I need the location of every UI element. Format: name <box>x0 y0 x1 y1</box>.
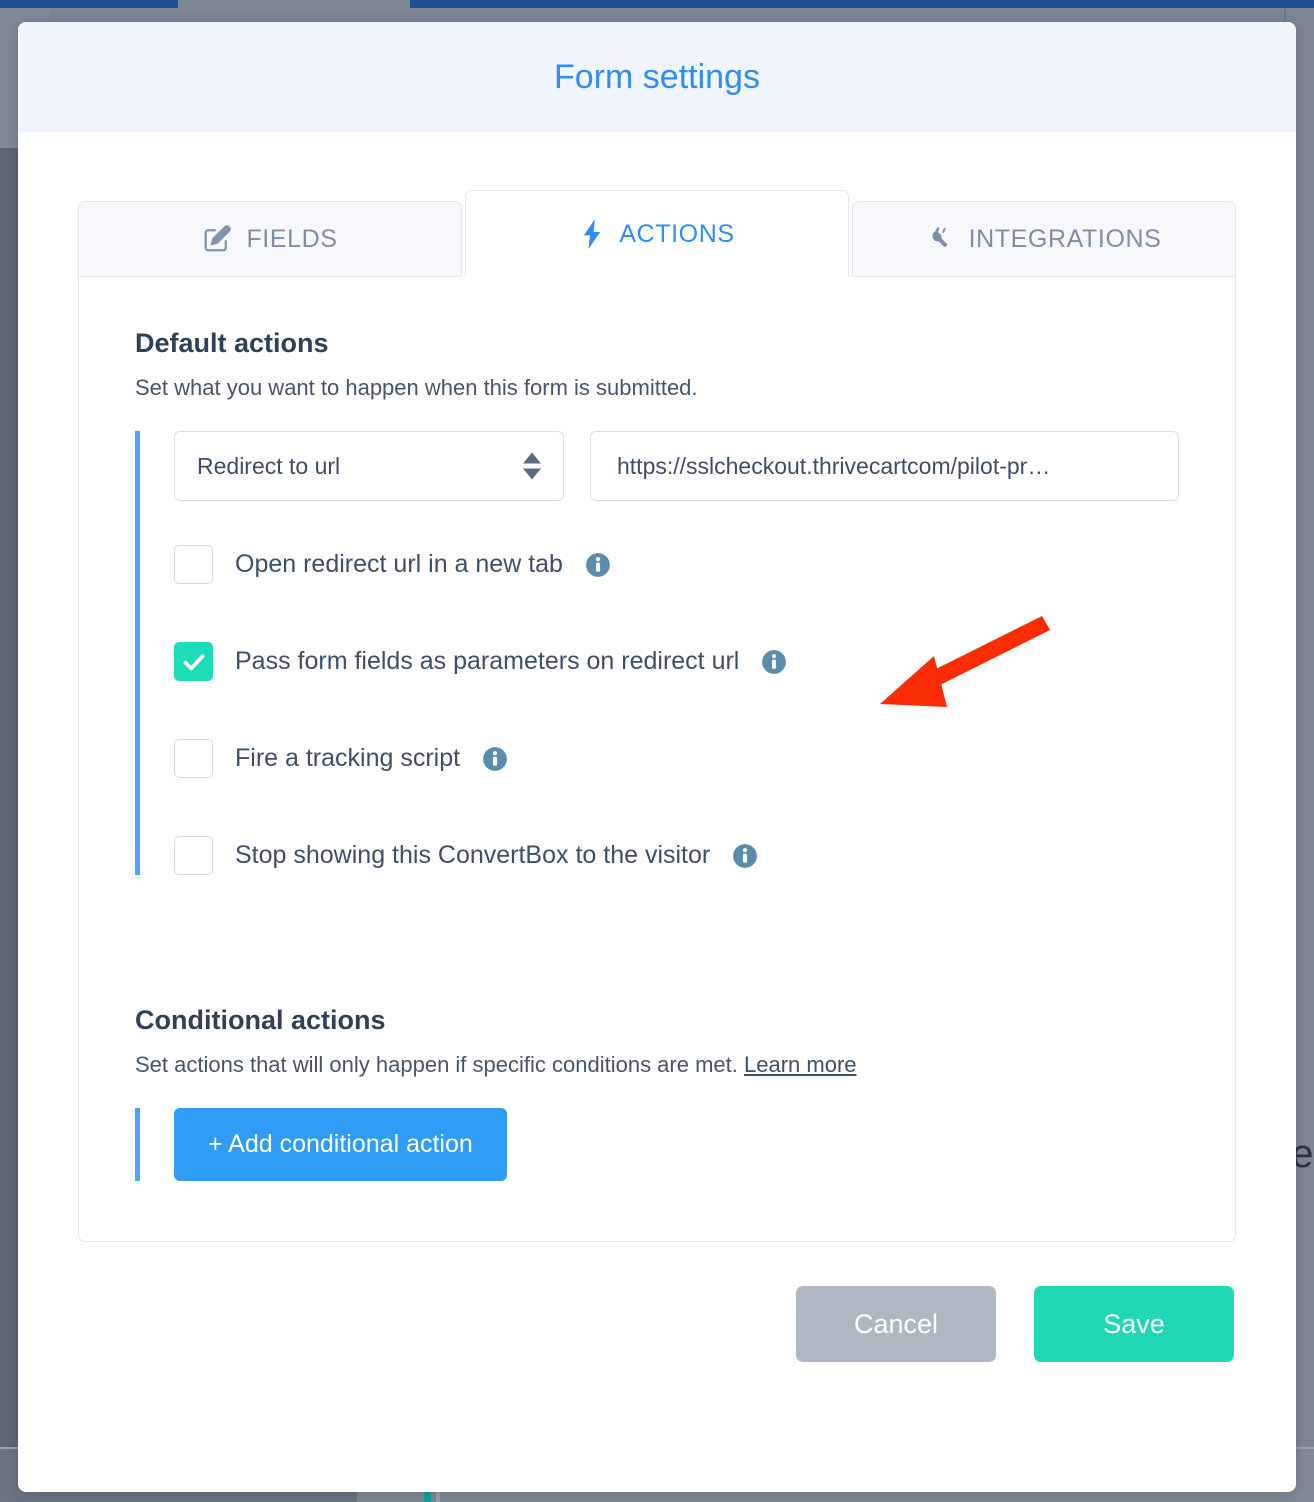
info-icon[interactable] <box>482 746 508 772</box>
save-button[interactable]: Save <box>1034 1286 1234 1362</box>
settings-tabs: FIELDS ACTIONS INTEGRATIONS <box>78 190 1236 278</box>
conditional-actions-title: Conditional actions <box>135 1005 386 1035</box>
checkbox-stop-showing[interactable] <box>174 836 213 875</box>
redirect-url-value: https://sslcheckout.thrivecartcom/pilot-… <box>617 452 1051 479</box>
actions-panel: Default actions Set what you want to hap… <box>78 276 1236 1242</box>
plug-icon <box>927 224 955 254</box>
redirect-url-input[interactable]: https://sslcheckout.thrivecartcom/pilot-… <box>590 431 1179 501</box>
default-actions-title: Default actions <box>135 328 329 358</box>
tab-fields-label: FIELDS <box>246 224 338 253</box>
cancel-button[interactable]: Cancel <box>796 1286 996 1362</box>
tab-fields[interactable]: FIELDS <box>78 201 462 277</box>
conditional-actions-subtitle: Set actions that will only happen if spe… <box>135 1052 1179 1078</box>
conditional-actions-group: + Add conditional action <box>135 1108 1179 1181</box>
checkbox-row-pass-form-fields: Pass form fields as parameters on redire… <box>174 642 1179 681</box>
add-conditional-action-button[interactable]: + Add conditional action <box>174 1108 507 1181</box>
form-settings-modal: Form settings FIELDS ACTIONS INTEGRATION… <box>18 22 1296 1492</box>
action-type-select[interactable]: Redirect to url <box>174 431 564 501</box>
checkbox-open-new-tab[interactable] <box>174 545 213 584</box>
modal-footer: Cancel Save <box>18 1242 1296 1362</box>
redirect-row: Redirect to url https://sslcheckout.thri… <box>174 431 1179 501</box>
checkbox-pass-form-fields[interactable] <box>174 642 213 681</box>
checkbox-label-fire-tracking-script: Fire a tracking script <box>235 744 461 772</box>
pencil-square-icon <box>202 224 232 254</box>
info-icon[interactable] <box>585 552 611 578</box>
info-icon[interactable] <box>761 649 787 675</box>
lightning-bolt-icon <box>579 219 605 249</box>
checkbox-row-fire-tracking-script: Fire a tracking script <box>174 739 1179 778</box>
tab-integrations-label: INTEGRATIONS <box>968 224 1162 253</box>
action-type-select-value: Redirect to url <box>197 452 341 479</box>
page-title: Form settings <box>554 57 760 96</box>
checkbox-label-stop-showing: Stop showing this ConvertBox to the visi… <box>235 841 711 869</box>
conditional-actions-section: Conditional actions Set actions that wil… <box>135 1005 1179 1181</box>
tab-actions[interactable]: ACTIONS <box>465 190 849 278</box>
background-topbar-gap <box>178 0 410 8</box>
checkbox-label-pass-form-fields: Pass form fields as parameters on redire… <box>235 647 740 675</box>
checkbox-row-open-new-tab: Open redirect url in a new tab <box>174 545 1179 584</box>
tab-integrations[interactable]: INTEGRATIONS <box>852 201 1236 277</box>
learn-more-link[interactable]: Learn more <box>744 1052 857 1077</box>
checkbox-label-open-new-tab: Open redirect url in a new tab <box>235 550 563 578</box>
default-actions-group: Redirect to url https://sslcheckout.thri… <box>135 431 1179 875</box>
checkbox-fire-tracking-script[interactable] <box>174 739 213 778</box>
modal-body: FIELDS ACTIONS INTEGRATIONS Default acti… <box>18 132 1296 1242</box>
modal-header: Form settings <box>18 22 1296 132</box>
checkbox-row-stop-showing: Stop showing this ConvertBox to the visi… <box>174 836 1179 875</box>
chevron-updown-icon <box>523 452 541 480</box>
info-icon[interactable] <box>732 843 758 869</box>
conditional-actions-subtitle-text: Set actions that will only happen if spe… <box>135 1052 738 1077</box>
default-actions-subtitle: Set what you want to happen when this fo… <box>135 375 698 400</box>
tab-actions-label: ACTIONS <box>619 219 735 248</box>
